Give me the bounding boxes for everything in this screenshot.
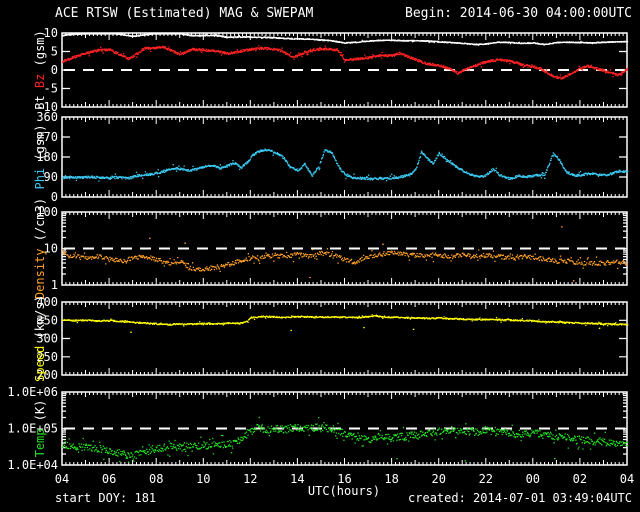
x-tick-label: 14 <box>290 472 304 486</box>
x-tick-label: 06 <box>102 472 116 486</box>
chart-canvas: ACE RTSW (Estimated) MAG & SWEPAM Begin:… <box>0 0 640 512</box>
y-tick-label: 1.0E+04 <box>7 458 58 472</box>
y-axis-label: Density (/cm3) <box>33 198 47 299</box>
x-tick-label: 22 <box>479 472 493 486</box>
x-tick-label: 12 <box>243 472 257 486</box>
begin-timestamp-label: Begin: 2014-06-30 04:00:00UTC <box>405 6 632 21</box>
y-axis-label: Phi (gsm) <box>33 124 47 189</box>
y-axis-label: Bt Bz (gsm) <box>33 30 47 110</box>
y-tick-label: 1.0E+06 <box>7 385 58 399</box>
y-axis-label: Speed (km/s) <box>33 295 47 382</box>
x-tick-label: 02 <box>573 472 587 486</box>
y-tick-label: 5 <box>51 45 58 59</box>
created-timestamp-label: created: 2014-07-01 03:49:04UTC <box>408 491 632 505</box>
x-tick-label: 08 <box>149 472 163 486</box>
x-tick-label: 20 <box>431 472 445 486</box>
y-tick-label: 0 <box>51 63 58 77</box>
x-axis-title: UTC(hours) <box>308 484 380 498</box>
y-axis-label: Temp (K) <box>33 400 47 458</box>
x-tick-label: 04 <box>620 472 634 486</box>
chart-title: ACE RTSW (Estimated) MAG & SWEPAM <box>55 6 313 21</box>
y-tick-label: 360 <box>36 110 58 124</box>
y-tick-label: 0 <box>51 190 58 204</box>
x-tick-label: 04 <box>55 472 69 486</box>
x-tick-label: 10 <box>196 472 210 486</box>
x-tick-label: 18 <box>384 472 398 486</box>
ace-rtsw-plot-window: ACE RTSW (Estimated) MAG & SWEPAM Begin:… <box>0 0 640 512</box>
x-tick-label: 00 <box>526 472 540 486</box>
y-tick-label: 1 <box>51 278 58 292</box>
start-doy-label: start DOY: 181 <box>55 491 156 505</box>
